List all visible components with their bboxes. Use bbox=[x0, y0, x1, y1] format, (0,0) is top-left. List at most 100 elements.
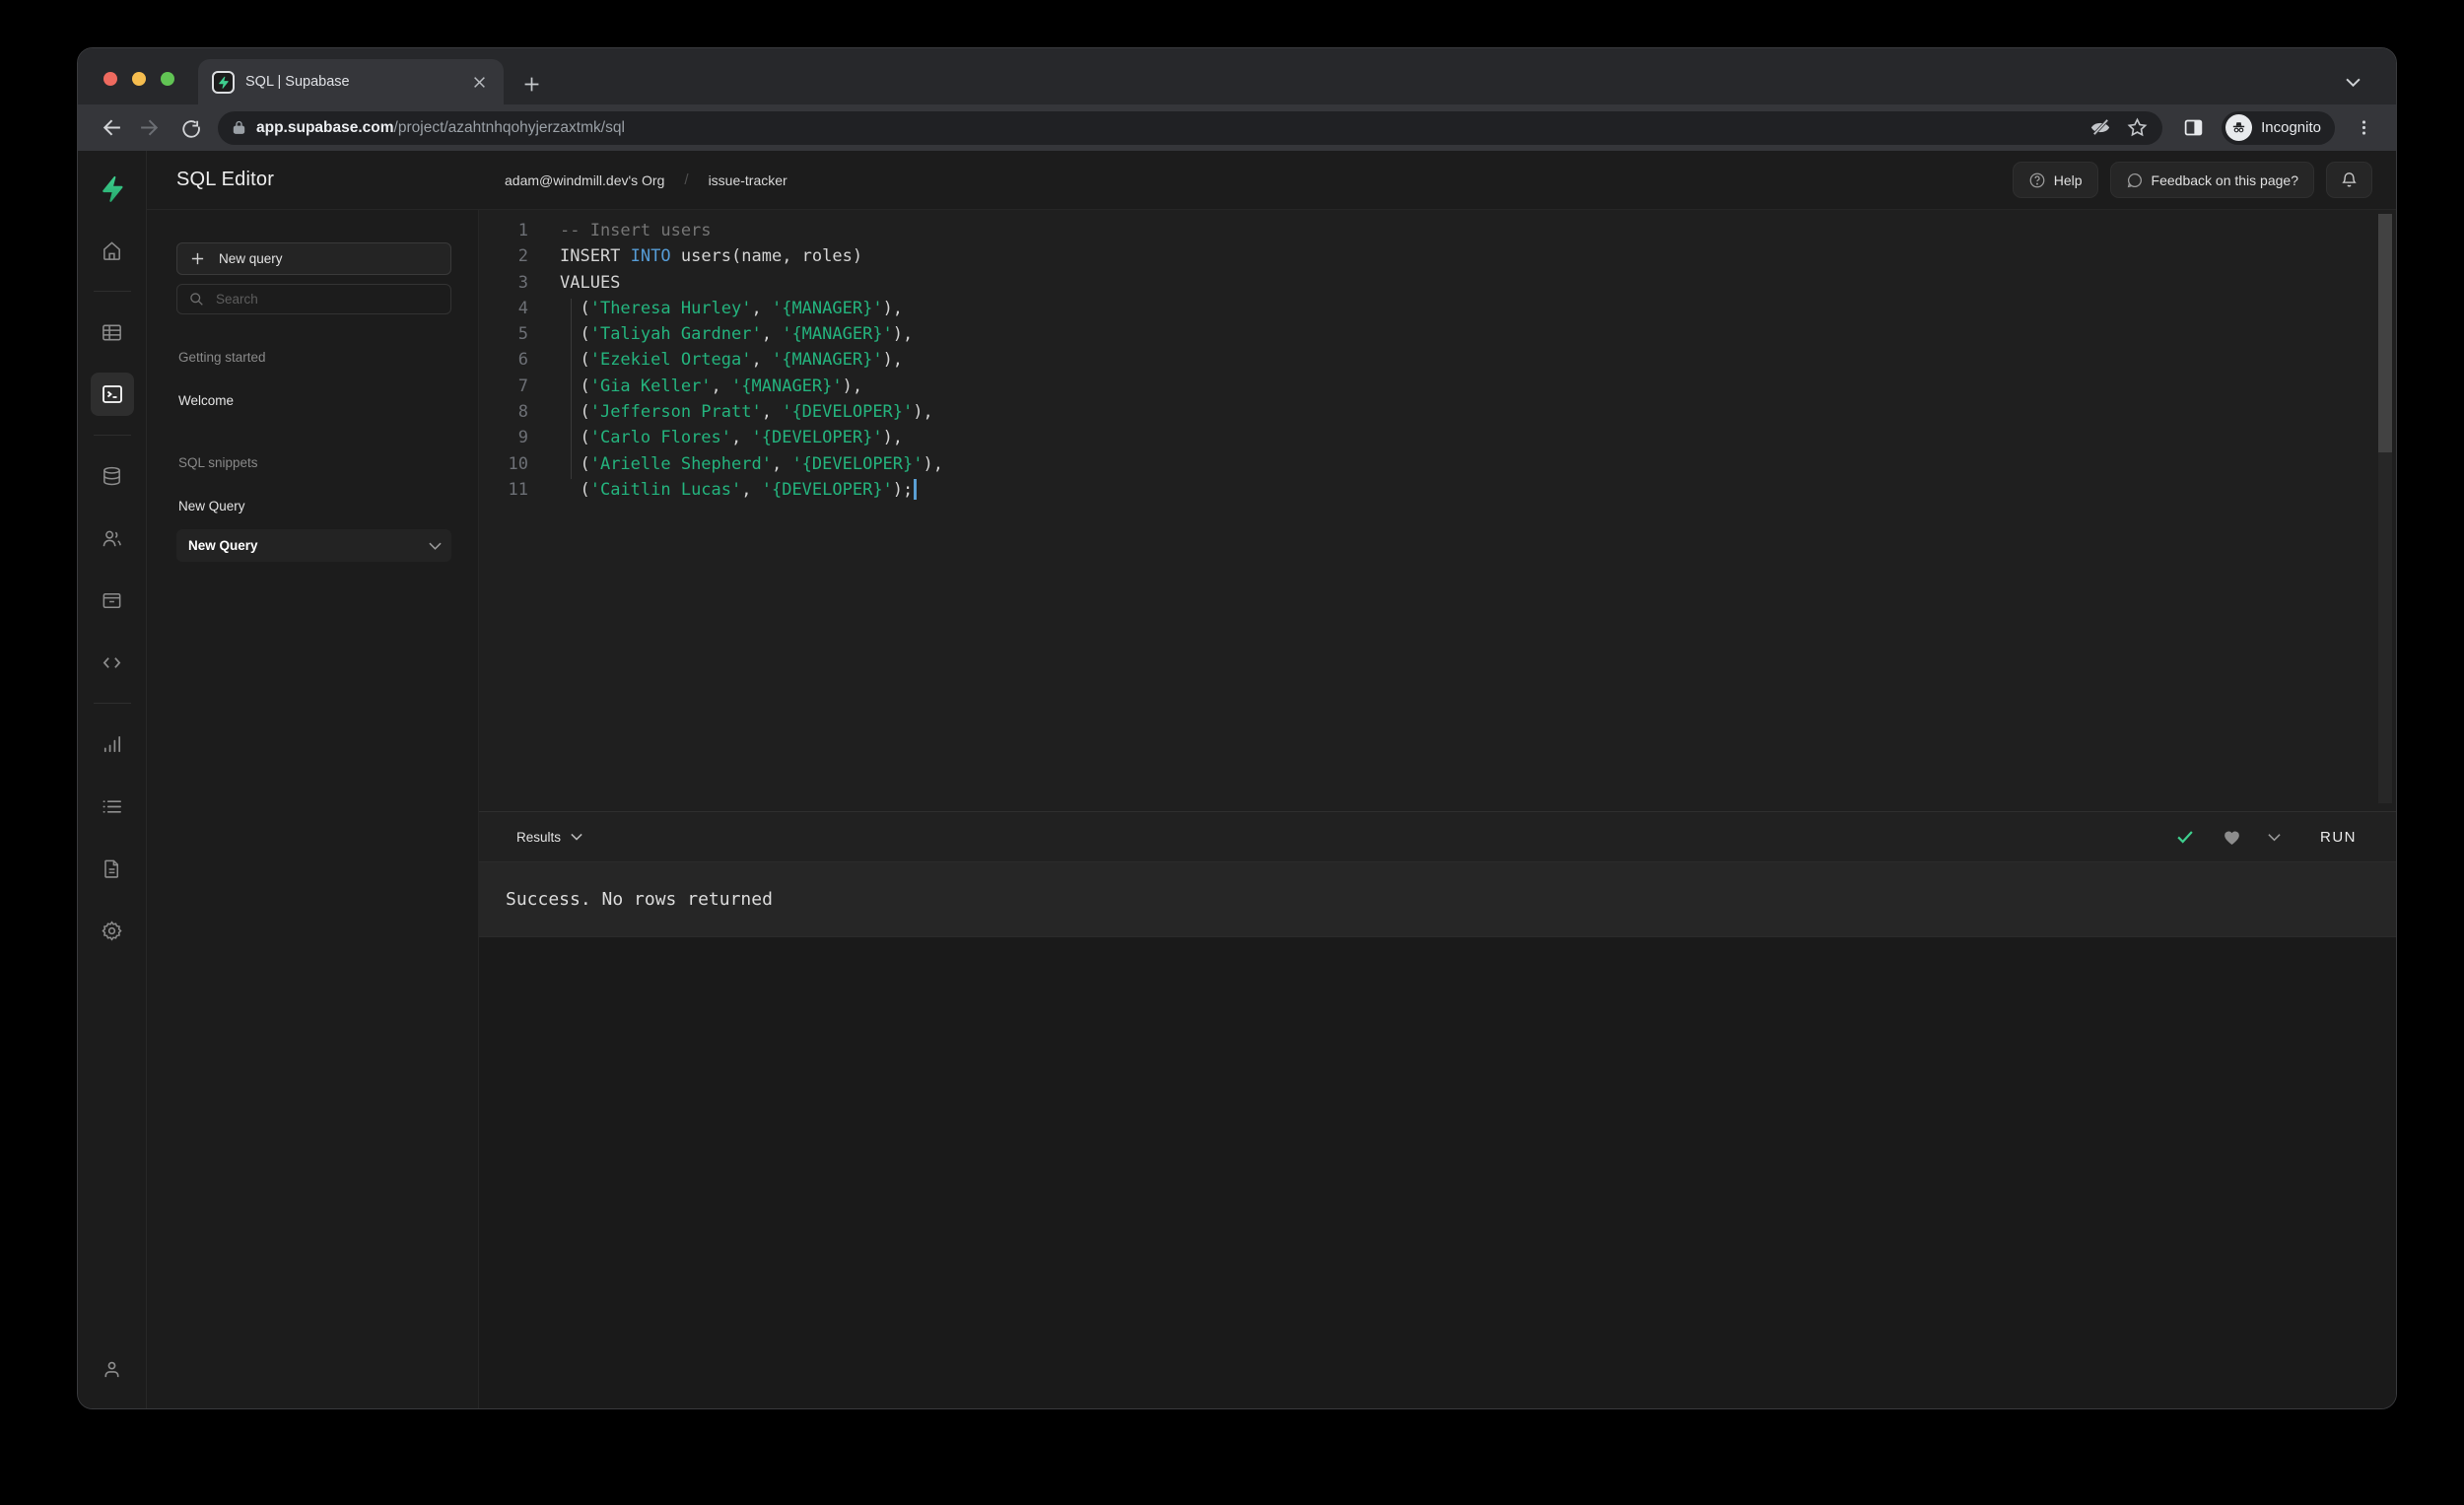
feedback-label: Feedback on this page? bbox=[2151, 171, 2298, 188]
settings-icon[interactable] bbox=[91, 909, 134, 952]
help-label: Help bbox=[2053, 171, 2083, 188]
address-bar[interactable]: app.supabase.com/project/azahtnhqohyjerz… bbox=[218, 110, 2163, 145]
editor-scrollbar-thumb[interactable] bbox=[2378, 214, 2392, 452]
api-docs-icon[interactable] bbox=[91, 847, 134, 890]
tab-close-icon[interactable] bbox=[469, 74, 490, 91]
reload-icon[interactable] bbox=[171, 109, 208, 147]
getting-started-section-label: Getting started bbox=[178, 350, 266, 365]
code-line[interactable]: 10 ('Arielle Shepherd', '{DEVELOPER}'), bbox=[479, 451, 2396, 477]
forward-icon[interactable] bbox=[131, 109, 169, 147]
success-message: Success. No rows returned bbox=[506, 889, 773, 910]
account-icon[interactable] bbox=[91, 1347, 134, 1391]
breadcrumb-org[interactable]: adam@windmill.dev's Org bbox=[505, 172, 664, 188]
sidebar-item-new-query-active[interactable]: New Query bbox=[176, 529, 451, 562]
sql-snippets-section-label: SQL snippets bbox=[178, 455, 258, 470]
code-line[interactable]: 1 -- Insert users bbox=[479, 218, 2396, 243]
run-button[interactable]: RUN bbox=[2320, 829, 2357, 846]
feedback-bubble-icon bbox=[2127, 172, 2142, 187]
favorite-heart-icon[interactable] bbox=[2222, 827, 2242, 848]
side-panel-icon[interactable] bbox=[2174, 109, 2212, 147]
line-number: 1 bbox=[517, 221, 528, 240]
new-query-button-label: New query bbox=[219, 251, 283, 266]
help-circle-icon bbox=[2029, 172, 2045, 187]
breadcrumb-project[interactable]: issue-tracker bbox=[709, 172, 787, 188]
success-check-icon bbox=[2177, 831, 2193, 844]
table-editor-icon[interactable] bbox=[91, 310, 134, 354]
authentication-icon[interactable] bbox=[91, 516, 134, 560]
code-line[interactable]: 3 VALUES bbox=[479, 270, 2396, 296]
tab-search-chevron-icon[interactable] bbox=[2346, 78, 2361, 87]
url-text: app.supabase.com/project/azahtnhqohyjerz… bbox=[256, 118, 625, 136]
code-line[interactable]: 11 ('Caitlin Lucas', '{DEVELOPER}'); bbox=[479, 477, 2396, 503]
supabase-app: SQL Editor adam@windmill.dev's Org / iss… bbox=[78, 151, 2396, 1408]
run-options-chevron-icon[interactable] bbox=[2268, 833, 2281, 842]
results-toolbar: Results RUN bbox=[479, 811, 2396, 861]
new-query-button[interactable]: New query bbox=[176, 242, 451, 275]
browser-menu-icon[interactable] bbox=[2345, 109, 2382, 147]
sidebar-item-new-query[interactable]: New Query bbox=[178, 499, 451, 513]
breadcrumb-separator: / bbox=[684, 171, 689, 188]
zoom-window-button[interactable] bbox=[161, 72, 174, 86]
sidebar-divider bbox=[93, 435, 131, 436]
tab-strip: SQL | Supabase bbox=[78, 48, 2396, 104]
code-line[interactable]: 4 ('Theresa Hurley', '{MANAGER}'), bbox=[479, 296, 2396, 321]
sidebar-item-welcome[interactable]: Welcome bbox=[178, 393, 451, 408]
logs-icon[interactable] bbox=[91, 785, 134, 828]
line-number: 8 bbox=[517, 402, 528, 423]
edge-functions-icon[interactable] bbox=[91, 641, 134, 684]
code-line[interactable]: 7 ('Gia Keller', '{MANAGER}'), bbox=[479, 374, 2396, 399]
content-row: New query Search Getting started Welcome… bbox=[147, 210, 2396, 1408]
search-icon bbox=[190, 293, 203, 306]
active-item-label: New Query bbox=[188, 538, 258, 553]
bell-icon bbox=[2342, 172, 2357, 187]
supabase-favicon bbox=[212, 70, 235, 94]
incognito-label: Incognito bbox=[2261, 119, 2321, 136]
feedback-button[interactable]: Feedback on this page? bbox=[2109, 162, 2314, 198]
code-line[interactable]: 2 INSERT INTO users(name, roles) bbox=[479, 243, 2396, 269]
line-number: 4 bbox=[517, 298, 528, 318]
sql-editor[interactable]: 1 -- Insert users 2 INSERT INTO users(name,… bbox=[479, 210, 2396, 811]
sql-editor-icon[interactable] bbox=[90, 373, 134, 416]
breadcrumb: adam@windmill.dev's Org / issue-tracker bbox=[505, 171, 787, 188]
incognito-badge[interactable]: Incognito bbox=[2222, 110, 2335, 145]
results-label: Results bbox=[516, 829, 562, 845]
line-number: 5 bbox=[517, 324, 528, 345]
line-number: 6 bbox=[517, 350, 528, 371]
chevron-down-icon[interactable] bbox=[429, 542, 442, 550]
results-dropdown[interactable]: Results bbox=[516, 830, 582, 845]
search-input[interactable]: Search bbox=[176, 284, 451, 314]
plus-icon bbox=[191, 252, 204, 265]
line-number: 10 bbox=[508, 453, 528, 474]
browser-toolbar: app.supabase.com/project/azahtnhqohyjerz… bbox=[78, 104, 2396, 151]
database-icon[interactable] bbox=[91, 454, 134, 498]
query-result-message-row: Success. No rows returned bbox=[479, 861, 2396, 937]
minimize-window-button[interactable] bbox=[132, 72, 146, 86]
new-tab-icon[interactable] bbox=[523, 76, 540, 93]
browser-tab[interactable]: SQL | Supabase bbox=[198, 59, 504, 104]
lock-icon bbox=[233, 120, 245, 134]
sidebar-divider bbox=[93, 703, 131, 704]
main-column: SQL Editor adam@windmill.dev's Org / iss… bbox=[147, 151, 2396, 1408]
code-line[interactable]: 9 ('Carlo Flores', '{DEVELOPER}'), bbox=[479, 425, 2396, 450]
back-icon[interactable] bbox=[92, 109, 129, 147]
editor-column: 1 -- Insert users 2 INSERT INTO users(name,… bbox=[479, 210, 2396, 1408]
query-panel: New query Search Getting started Welcome… bbox=[147, 210, 479, 1408]
supabase-logo-icon[interactable] bbox=[91, 167, 134, 210]
code-line[interactable]: 6 ('Ezekiel Ortega', '{MANAGER}'), bbox=[479, 347, 2396, 373]
bookmark-star-icon[interactable] bbox=[2126, 116, 2149, 139]
code-line[interactable]: 8 ('Jefferson Pratt', '{DEVELOPER}'), bbox=[479, 399, 2396, 425]
incognito-icon bbox=[2225, 114, 2253, 141]
tab-title: SQL | Supabase bbox=[245, 74, 350, 90]
storage-icon[interactable] bbox=[91, 579, 134, 622]
eye-off-icon[interactable] bbox=[2089, 116, 2112, 139]
line-number: 7 bbox=[517, 376, 528, 396]
home-icon[interactable] bbox=[91, 229, 134, 272]
reports-icon[interactable] bbox=[91, 722, 134, 766]
help-button[interactable]: Help bbox=[2012, 162, 2098, 198]
line-number: 2 bbox=[517, 246, 528, 267]
close-window-button[interactable] bbox=[103, 72, 117, 86]
code-line[interactable]: 5 ('Taliyah Gardner', '{MANAGER}'), bbox=[479, 321, 2396, 347]
text-cursor bbox=[914, 478, 918, 500]
notifications-button[interactable] bbox=[2326, 162, 2372, 198]
macos-traffic-lights bbox=[103, 72, 174, 86]
